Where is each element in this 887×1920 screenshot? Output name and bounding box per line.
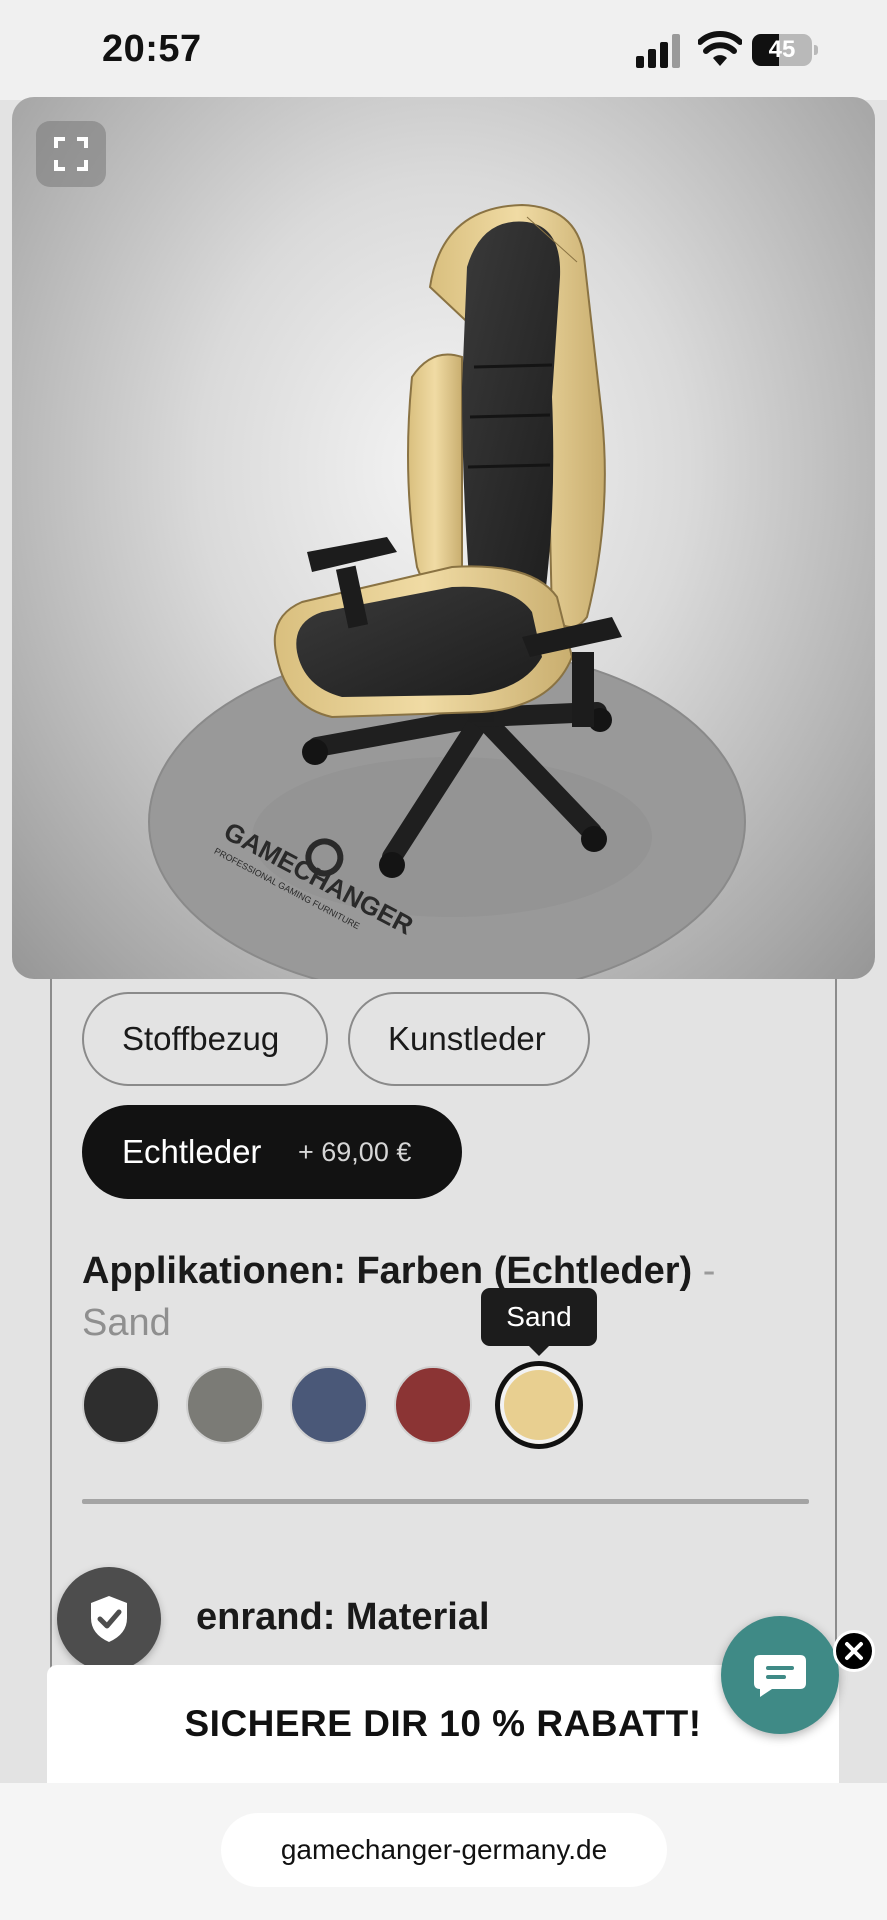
shield-check-icon bbox=[91, 1596, 127, 1642]
discount-promo-banner[interactable]: SICHERE DIR 10 % RABATT! bbox=[47, 1665, 839, 1785]
fullscreen-button[interactable] bbox=[36, 121, 106, 187]
option-kunstleder[interactable]: Kunstleder bbox=[348, 992, 590, 1086]
trust-badge-button[interactable] bbox=[57, 1567, 161, 1671]
promo-text: SICHERE DIR 10 % RABATT! bbox=[184, 1703, 702, 1744]
cellular-signal-icon bbox=[636, 34, 682, 68]
status-time: 20:57 bbox=[102, 28, 202, 70]
swatch-blue[interactable] bbox=[290, 1366, 368, 1444]
swatch-grey[interactable] bbox=[186, 1366, 264, 1444]
chat-icon bbox=[754, 1655, 806, 1697]
option-label: Echtleder bbox=[122, 1133, 262, 1170]
chat-button[interactable] bbox=[721, 1616, 839, 1734]
battery-icon: 45 bbox=[752, 34, 818, 66]
url-text: gamechanger-germany.de bbox=[280, 1834, 608, 1865]
option-label: Kunstleder bbox=[388, 1020, 546, 1057]
option-price: + 69,00 € bbox=[298, 1136, 412, 1167]
fullscreen-icon bbox=[54, 137, 88, 171]
status-bar: 20:57 45 bbox=[0, 0, 887, 100]
product-3d-viewer[interactable]: GAMECHANGER PROFESSIONAL GAMING FURNITUR… bbox=[12, 97, 875, 979]
selected-color-value: Sand bbox=[82, 1302, 171, 1344]
section-divider bbox=[82, 1499, 809, 1504]
next-section-title: enrand: Material bbox=[196, 1596, 490, 1638]
option-label: Stoffbezug bbox=[122, 1020, 280, 1057]
wifi-icon bbox=[698, 31, 742, 66]
gaming-chair-render: GAMECHANGER PROFESSIONAL GAMING FURNITUR… bbox=[148, 203, 746, 979]
applications-title-text: Applikationen: Farben (Echtleder) bbox=[82, 1250, 693, 1292]
address-bar[interactable]: gamechanger-germany.de bbox=[221, 1813, 667, 1887]
swatch-sand[interactable] bbox=[495, 1361, 583, 1449]
swatch-tooltip: Sand bbox=[481, 1288, 597, 1356]
applications-title: Applikationen: Farben (Echtleder) - Sand bbox=[82, 1245, 782, 1349]
swatch-red[interactable] bbox=[394, 1366, 472, 1444]
option-echtleder[interactable]: Echtleder + 69,00 € bbox=[82, 1105, 462, 1199]
page: 20:57 45 GAMECHANGER PROFESSIONAL GAMING… bbox=[0, 0, 887, 1920]
swatch-black[interactable] bbox=[82, 1366, 160, 1444]
close-icon bbox=[845, 1642, 863, 1660]
title-separator: - bbox=[702, 1250, 716, 1292]
browser-bottom-bar: gamechanger-germany.de bbox=[0, 1783, 887, 1920]
battery-percent: 45 bbox=[768, 36, 796, 63]
option-stoffbezug[interactable]: Stoffbezug bbox=[82, 992, 328, 1086]
close-promo-button[interactable] bbox=[833, 1630, 875, 1672]
